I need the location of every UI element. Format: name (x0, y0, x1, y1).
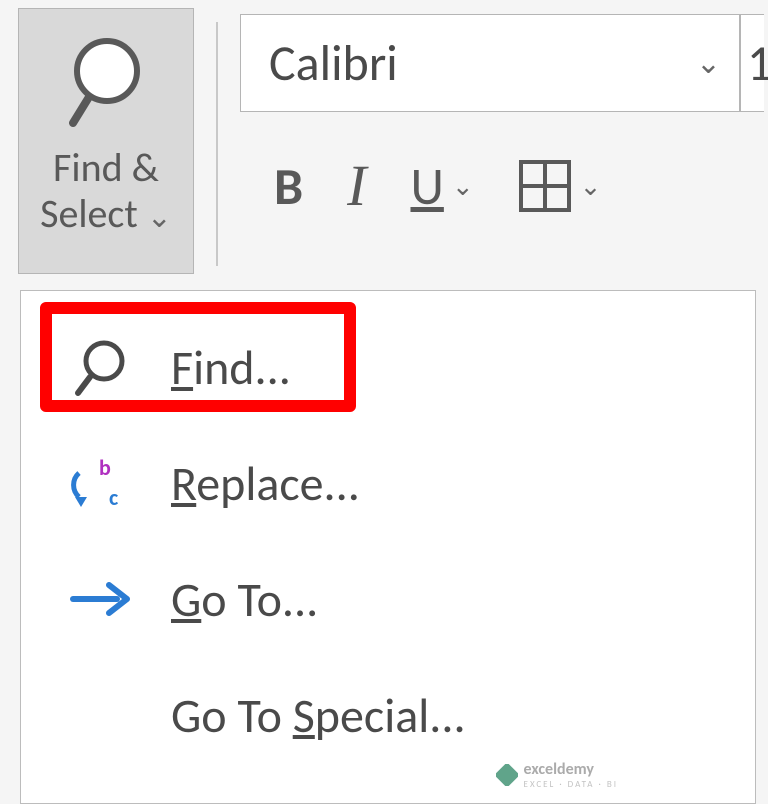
menu-label: Find... (171, 338, 291, 397)
menu-item-goto-special[interactable]: Go To Special... (21, 657, 755, 773)
chevron-down-icon: ⌄ (147, 199, 172, 236)
font-group: Calibri ⌄ B I U ⌄ ⌄ (240, 8, 768, 219)
replace-icon: b c (65, 455, 135, 511)
find-select-menu: Find... b c Replace... Go To... Go To Sp… (20, 290, 756, 804)
menu-label: Replace... (171, 454, 360, 513)
chevron-down-icon[interactable]: ⌄ (580, 170, 602, 202)
chevron-down-icon[interactable]: ⌄ (696, 45, 721, 82)
borders-button[interactable]: ⌄ (518, 159, 602, 213)
ribbon-divider (216, 22, 218, 266)
underline-button[interactable]: U ⌄ (410, 154, 473, 218)
magnifier-icon (63, 27, 149, 137)
find-icon (65, 337, 135, 397)
format-buttons: B I U ⌄ ⌄ (240, 152, 768, 219)
watermark: exceldemy EXCEL · DATA · BI (496, 760, 618, 790)
font-size-value: 1 (747, 33, 768, 94)
bold-button[interactable]: B (274, 154, 303, 218)
ribbon-section: Find & Select ⌄ Calibri ⌄ B I U ⌄ ⌄ (0, 0, 768, 290)
font-name-select[interactable]: Calibri ⌄ (240, 14, 740, 112)
menu-item-goto[interactable]: Go To... (21, 541, 755, 657)
chevron-down-icon[interactable]: ⌄ (452, 170, 474, 202)
watermark-tagline: EXCEL · DATA · BI (524, 779, 618, 790)
menu-item-replace[interactable]: b c Replace... (21, 425, 755, 541)
svg-text:c: c (109, 484, 118, 511)
font-name-value: Calibri (269, 33, 398, 94)
borders-icon (518, 159, 572, 213)
menu-item-find[interactable]: Find... (21, 309, 755, 425)
arrow-right-icon (65, 579, 135, 619)
watermark-brand: exceldemy (524, 760, 594, 779)
menu-label: Go To... (171, 570, 318, 629)
logo-icon (496, 764, 518, 786)
menu-label: Go To Special... (171, 686, 466, 745)
find-and-select-button[interactable]: Find & Select ⌄ (18, 8, 194, 274)
italic-button[interactable]: I (347, 152, 366, 219)
find-select-label: Find & Select ⌄ (40, 145, 172, 237)
svg-text:b: b (99, 455, 111, 481)
font-size-select[interactable]: 1 (740, 14, 764, 112)
